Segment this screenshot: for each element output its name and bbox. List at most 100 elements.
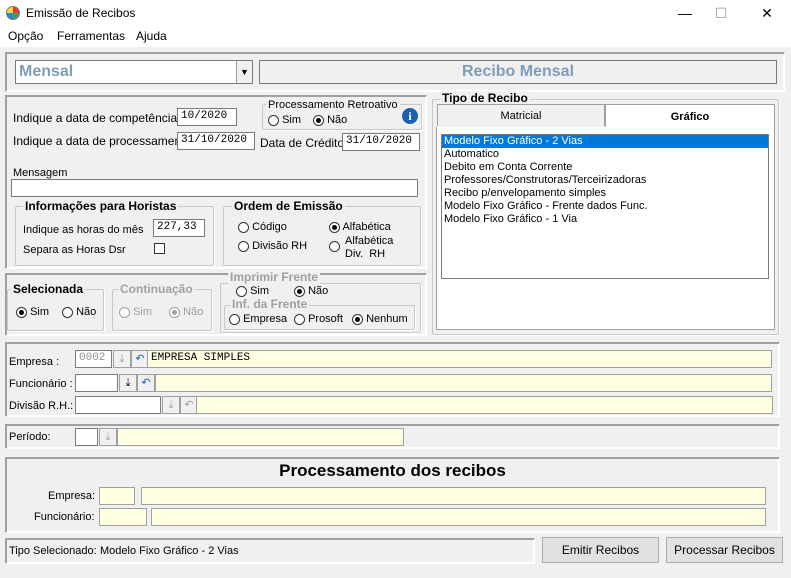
- list-item[interactable]: Automatico: [442, 148, 768, 161]
- continuacao-nao: Não: [169, 306, 203, 318]
- selecionada-nao[interactable]: Não: [62, 306, 96, 318]
- list-item[interactable]: Recibo p/envelopamento simples: [442, 187, 768, 200]
- processamento-title: Processamento dos recibos: [279, 461, 506, 480]
- tab-grafico[interactable]: Gráfico: [605, 104, 775, 128]
- funcionario-code-input[interactable]: [75, 374, 118, 392]
- tipo-selecionado-value: Modelo Fixo Gráfico - 2 Vias: [100, 545, 239, 557]
- app-icon: [6, 6, 20, 20]
- proc-empresa-label: Empresa:: [48, 490, 96, 502]
- imprimir-frente-title: Imprimir Frente: [228, 270, 321, 284]
- proc-funcionario-label: Funcionário:: [34, 511, 95, 523]
- selecionada-sim[interactable]: Sim: [16, 306, 49, 318]
- proc-funcionario-name: [151, 508, 766, 526]
- minimize-icon[interactable]: —: [670, 0, 700, 27]
- radio-icon[interactable]: [268, 114, 279, 126]
- period-select[interactable]: Mensal ▼: [15, 60, 253, 84]
- funcionario-name-field: [155, 374, 772, 392]
- close-icon[interactable]: ✕: [752, 0, 782, 27]
- ordem-codigo[interactable]: Código: [238, 221, 287, 233]
- proc-empresa-code: [99, 487, 135, 505]
- radio-icon[interactable]: [294, 313, 305, 325]
- competencia-label: Indique a data de competência: [13, 111, 178, 125]
- proc-empresa-name: [141, 487, 766, 505]
- competencia-input[interactable]: 10/2020: [177, 108, 237, 126]
- menu-ferramentas[interactable]: Ferramentas: [57, 29, 125, 43]
- imprimir-nao[interactable]: Não: [294, 285, 328, 297]
- window-title: Emissão de Recibos: [26, 6, 136, 20]
- radio-selected-icon[interactable]: [16, 306, 27, 318]
- empresa-code-input[interactable]: 0002: [75, 350, 112, 368]
- empresa-label: Empresa :: [9, 356, 60, 368]
- tipo-recibo-list[interactable]: Modelo Fixo Gráfico - 2 Vias Automatico De…: [441, 134, 769, 279]
- retroativo-title: Processamento Retroativo: [266, 99, 400, 111]
- horistas-title: Informações para Horistas: [23, 199, 179, 213]
- list-item[interactable]: Professores/Construtoras/Terceirizadoras: [442, 174, 768, 187]
- download-icon[interactable]: ⤓: [162, 396, 180, 414]
- ordem-title: Ordem de Emissão: [232, 199, 345, 213]
- ordem-alfabetica-div-label: Alfabética Div. RH: [345, 235, 394, 260]
- download-icon[interactable]: ⤓: [113, 350, 131, 368]
- retroativo-sim[interactable]: Sim: [268, 114, 301, 126]
- download-icon[interactable]: ⤓: [119, 374, 137, 392]
- download-icon[interactable]: ⤓: [99, 428, 117, 446]
- tipo-selecionado-label: Tipo Selecionado:: [9, 545, 97, 557]
- list-item[interactable]: Modelo Fixo Gráfico - 2 Vias: [442, 135, 768, 148]
- divisao-name-field: [196, 396, 773, 414]
- radio-icon[interactable]: [238, 221, 249, 233]
- radio-icon[interactable]: [238, 240, 249, 252]
- inf-frente-nenhum[interactable]: Nenhum: [352, 313, 408, 325]
- credito-input[interactable]: 31/10/2020: [342, 133, 420, 151]
- horas-input[interactable]: 227,33: [153, 219, 205, 237]
- mensagem-input[interactable]: [11, 179, 418, 197]
- inf-frente-prosoft[interactable]: Prosoft: [294, 313, 343, 325]
- radio-icon[interactable]: [329, 240, 340, 252]
- proc-funcionario-code: [99, 508, 147, 526]
- mensagem-label: Mensagem: [13, 167, 68, 179]
- separa-label: Separa as Horas Dsr: [23, 244, 126, 256]
- divisao-label: Divisão R.H.:: [9, 400, 74, 412]
- inf-frente-empresa[interactable]: Empresa: [229, 313, 287, 325]
- radio-icon[interactable]: [229, 313, 240, 325]
- radio-icon: [119, 306, 130, 318]
- period-select-value: Mensal: [19, 63, 74, 80]
- ordem-alfabetica-div[interactable]: [329, 240, 340, 252]
- undo-icon[interactable]: ↶: [137, 374, 155, 392]
- radio-icon[interactable]: [236, 285, 247, 297]
- radio-selected-icon[interactable]: [294, 285, 305, 297]
- list-item[interactable]: Debito em Conta Corrente: [442, 161, 768, 174]
- list-item[interactable]: Modelo Fixo Gráfico - 1 Via: [442, 213, 768, 226]
- radio-selected-icon: [169, 306, 180, 318]
- tab-matricial[interactable]: Matricial: [437, 104, 605, 126]
- ordem-alfabetica[interactable]: Alfabética: [329, 221, 391, 233]
- receipt-title: Recibo Mensal: [259, 60, 777, 84]
- retroativo-nao[interactable]: Não: [313, 114, 347, 126]
- periodo-name-field: [117, 428, 404, 446]
- inf-frente-title: Inf. da Frente: [230, 297, 310, 311]
- radio-icon[interactable]: [62, 306, 73, 318]
- processar-recibos-button[interactable]: Processar Recibos: [666, 537, 783, 563]
- separa-checkbox[interactable]: [154, 243, 165, 254]
- processamento-input[interactable]: 31/10/2020: [177, 132, 255, 150]
- ordem-divisao[interactable]: Divisão RH: [238, 240, 307, 252]
- periodo-code-input[interactable]: [75, 428, 98, 446]
- radio-selected-icon[interactable]: [313, 114, 324, 126]
- tipo-recibo-title: Tipo de Recibo: [440, 91, 530, 105]
- periodo-label: Período:: [9, 431, 51, 443]
- imprimir-sim[interactable]: Sim: [236, 285, 269, 297]
- continuacao-sim: Sim: [119, 306, 152, 318]
- info-icon[interactable]: i: [402, 108, 418, 124]
- menu-opcao[interactable]: Opção: [8, 29, 43, 43]
- radio-selected-icon[interactable]: [329, 221, 340, 233]
- funcionario-label: Funcionário :: [9, 378, 73, 390]
- maximize-icon[interactable]: ☐: [706, 0, 736, 27]
- chevron-down-icon[interactable]: ▼: [236, 61, 252, 83]
- credito-label: Data de Crédito: [260, 136, 345, 150]
- selecionada-title: Selecionada: [11, 282, 86, 296]
- emitir-recibos-button[interactable]: Emitir Recibos: [542, 537, 659, 563]
- radio-selected-icon[interactable]: [352, 313, 363, 325]
- menu-ajuda[interactable]: Ajuda: [136, 29, 167, 43]
- list-item[interactable]: Modelo Fixo Gráfico - Frente dados Func.: [442, 200, 768, 213]
- empresa-name-field: EMPRESA SIMPLES: [147, 350, 772, 368]
- divisao-code-input[interactable]: [75, 396, 161, 414]
- processamento-label: Indique a data de processamento: [13, 134, 192, 148]
